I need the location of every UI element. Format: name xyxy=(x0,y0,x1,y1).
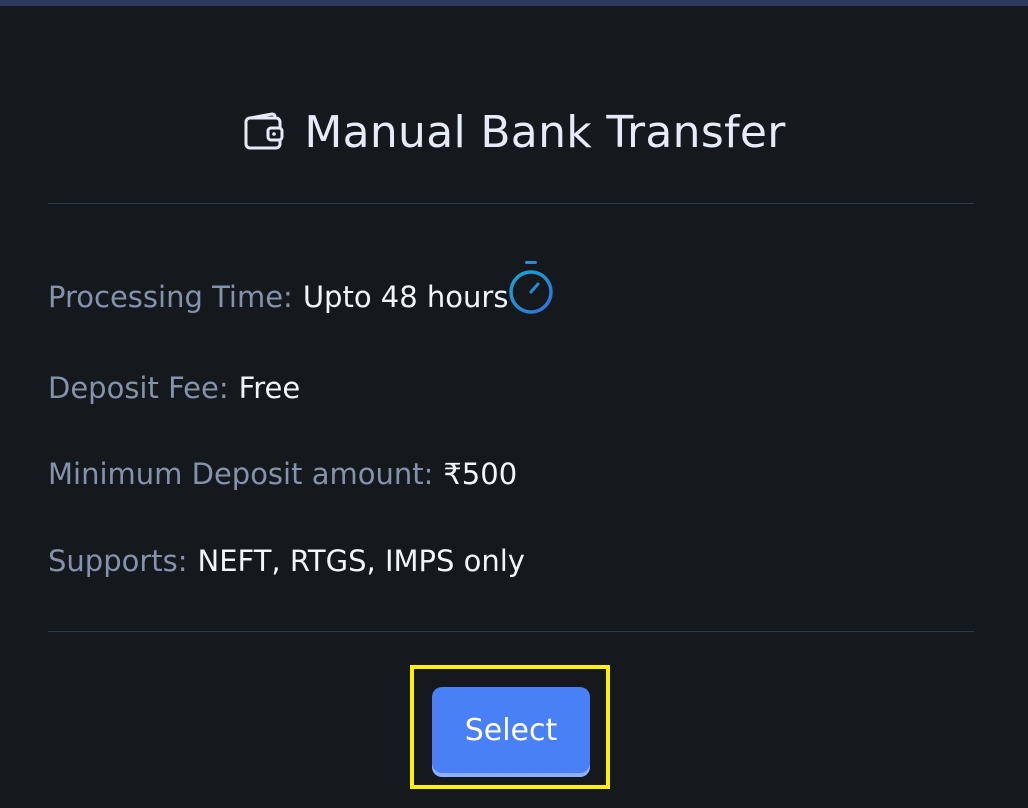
deposit-fee-row: Deposit Fee: Free xyxy=(48,371,300,405)
select-button[interactable]: Select xyxy=(432,687,590,773)
header-divider xyxy=(48,203,974,204)
minimum-deposit-label: Minimum Deposit amount: xyxy=(48,457,434,491)
minimum-deposit-value: ₹500 xyxy=(443,457,518,491)
card-header: Manual Bank Transfer xyxy=(0,100,1028,164)
supports-value: NEFT, RTGS, IMPS only xyxy=(197,544,525,578)
page-title: Manual Bank Transfer xyxy=(304,106,786,158)
deposit-fee-label: Deposit Fee: xyxy=(48,371,229,405)
processing-time-label: Processing Time: xyxy=(48,280,293,314)
processing-time-value: Upto 48 hours xyxy=(302,280,509,314)
wallet-icon xyxy=(244,112,284,150)
deposit-fee-value: Free xyxy=(238,371,301,405)
supports-row: Supports: NEFT, RTGS, IMPS only xyxy=(48,544,525,578)
timer-icon xyxy=(509,261,553,314)
supports-label: Supports: xyxy=(48,544,188,578)
minimum-deposit-row: Minimum Deposit amount: ₹500 xyxy=(48,457,517,491)
footer-divider xyxy=(48,631,974,632)
processing-time-row: Processing Time: Upto 48 hours xyxy=(48,280,508,314)
